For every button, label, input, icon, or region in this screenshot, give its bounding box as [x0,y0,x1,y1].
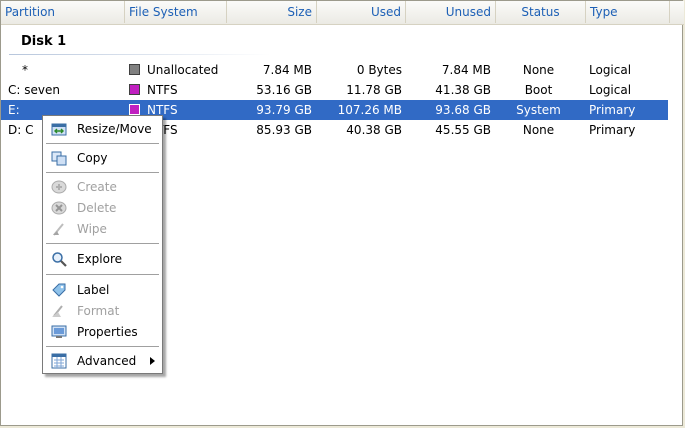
cell-partition: * [22,63,28,77]
menu-item-label: Wipe [77,222,107,236]
menu-item-copy[interactable]: Copy [44,148,161,168]
column-header-status[interactable]: Status [496,1,586,23]
create-icon [51,179,67,195]
menu-item-wipe[interactable]: Wipe [44,219,161,239]
filesystem-color-swatch [129,104,140,115]
menu-item-properties[interactable]: Properties [44,322,161,342]
resize-icon [51,121,67,137]
context-menu: Resize/Move Copy Create Delete Wipe Expl… [42,115,163,374]
cell-size: 53.16 GB [256,83,312,97]
explore-icon [51,251,67,267]
cell-used: 40.38 GB [346,123,402,137]
cell-size: 93.79 GB [256,103,312,117]
menu-item-explore[interactable]: Explore [44,249,161,269]
filesystem-color-swatch [129,64,140,75]
cell-status: None [522,123,555,137]
disk-title-divider [9,54,271,55]
menu-item-create[interactable]: Create [44,177,161,197]
cell-unused: 93.68 GB [435,103,491,117]
cell-unused: 45.55 GB [435,123,491,137]
column-header-partition[interactable]: Partition [1,1,125,23]
advanced-icon [51,353,67,369]
cell-status: System [516,103,561,117]
cell-type: Logical [589,63,632,77]
menu-separator [46,346,159,347]
column-header-file-system[interactable]: File System [125,1,227,23]
cell-unused: 41.38 GB [435,83,491,97]
disk-title: Disk 1 [21,34,67,49]
menu-separator [46,243,159,244]
delete-icon [51,200,67,216]
cell-status: Boot [524,83,553,97]
menu-item-resize-move[interactable]: Resize/Move [44,119,161,139]
menu-item-label: Format [77,304,120,318]
cell-type: Primary [589,123,636,137]
menu-item-label: Delete [77,201,117,215]
cell-used: 11.78 GB [346,83,402,97]
menu-item-label: Resize/Move [77,122,152,136]
format-icon [51,303,67,319]
cell-used: 0 Bytes [356,63,402,77]
menu-item-advanced[interactable]: Advanced [44,351,161,371]
cell-unused: 7.84 MB [441,63,491,77]
cell-type: Logical [589,83,632,97]
cell-size: 85.93 GB [256,123,312,137]
menu-item-label: Create [77,180,117,194]
menu-item-label-text: Label [77,283,110,297]
menu-item-label[interactable]: Label [44,280,161,300]
menu-item-delete[interactable]: Delete [44,198,161,218]
column-header-size[interactable]: Size [227,1,317,23]
cell-type: Primary [589,103,636,117]
menu-item-label: Copy [77,151,108,165]
column-header-used[interactable]: Used [317,1,406,23]
wipe-icon [51,221,67,237]
cell-size: 7.84 MB [262,63,312,77]
copy-icon [51,150,67,166]
menu-item-label: Advanced [77,354,137,368]
menu-separator [46,143,159,144]
menu-separator [46,274,159,275]
cell-status: None [522,63,555,77]
menu-item-format[interactable]: Format [44,301,161,321]
cell-used: 107.26 MB [337,103,402,117]
menu-item-label: Explore [77,252,123,266]
properties-icon [51,324,67,340]
table-row[interactable]: C: seven NTFS 53.16 GB 11.78 GB 41.38 GB… [1,80,668,100]
menu-item-label: Properties [77,325,138,339]
column-header-unused[interactable]: Unused [406,1,496,23]
menu-separator [46,172,159,173]
filesystem-color-swatch [129,84,140,95]
table-row[interactable]: * Unallocated 7.84 MB 0 Bytes 7.84 MB No… [1,60,668,80]
column-header-type[interactable]: Type [586,1,670,23]
label-icon [51,282,67,298]
submenu-arrow-icon [150,357,155,365]
column-header-bar: Partition File System Size Used Unused S… [1,1,684,25]
cell-partition: C: seven [8,83,60,97]
